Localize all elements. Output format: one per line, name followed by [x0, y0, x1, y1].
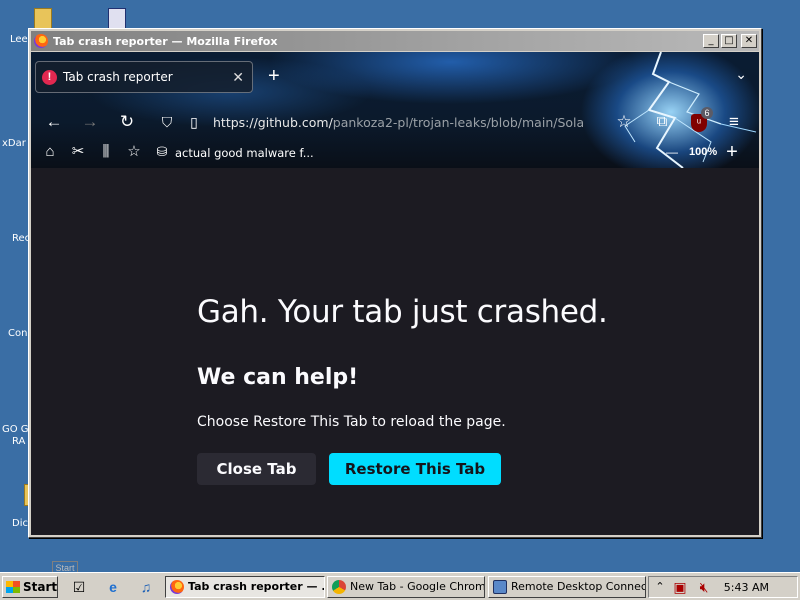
application-icon: [108, 8, 126, 30]
desktop-icon-label: RA: [12, 436, 26, 447]
desktop-icon-label: xDar: [2, 138, 26, 149]
chevron-down-icon[interactable]: ⌄: [735, 66, 747, 83]
extensions-icon[interactable]: ⧉: [651, 112, 673, 132]
tab-label: Tab crash reporter: [63, 70, 173, 84]
browser-window: Tab crash reporter — Mozilla Firefox _ □…: [28, 28, 762, 538]
task-label: Tab crash reporter — ...: [188, 580, 325, 593]
task-label: Remote Desktop Connec...: [511, 580, 646, 593]
desktop-icon-label: Dic: [12, 518, 28, 529]
restore-tab-button[interactable]: Restore This Tab: [329, 453, 501, 485]
volume-muted-icon[interactable]: 🔇︎: [695, 578, 713, 596]
bookmarks-toolbar: ⌂ ✂ ⫼ ☆ ⛁ actual good malware f... — 100…: [31, 140, 759, 166]
windows-logo-icon: [6, 581, 20, 593]
screenshot-icon[interactable]: ✂: [67, 142, 89, 162]
start-button[interactable]: Start: [2, 576, 58, 598]
tab-crash-reporter[interactable]: ! Tab crash reporter ✕: [35, 61, 253, 93]
desktop-icon-label: Con: [8, 328, 28, 339]
home-icon[interactable]: ⌂: [39, 142, 61, 162]
bookmark-item[interactable]: actual good malware f...: [175, 146, 314, 160]
task-label: New Tab - Google Chrome: [350, 580, 485, 593]
start-label: Start: [23, 580, 58, 594]
taskbar: Start ☑ e ♫ Tab crash reporter — ... New…: [0, 572, 800, 600]
bookmarks-star-icon[interactable]: ☆: [123, 142, 145, 162]
firefox-icon: [170, 580, 184, 594]
bookmark-star-icon[interactable]: ☆: [613, 112, 635, 132]
menu-icon[interactable]: ≡: [723, 112, 745, 132]
bookmark-favicon: ⛁: [156, 144, 168, 159]
expand-tray-icon[interactable]: ⌃: [651, 578, 669, 596]
clock[interactable]: 5:43 AM: [724, 579, 769, 597]
crash-page: Gah. Your tab just crashed. We can help!…: [31, 168, 759, 535]
music-player-icon[interactable]: ♫: [137, 578, 155, 596]
desktop-icon-label: Lee: [10, 34, 28, 45]
shield-icon[interactable]: ⛉: [156, 112, 178, 132]
crash-subheading: We can help!: [197, 365, 359, 390]
desktop-icon-label: GO G: [2, 424, 29, 435]
ublock-badge: 6: [701, 107, 713, 119]
page-title: Gah. Your tab just crashed.: [197, 294, 608, 330]
maximize-button[interactable]: □: [721, 34, 737, 48]
remote-desktop-icon: [493, 580, 507, 594]
task-remote-desktop[interactable]: Remote Desktop Connec...: [488, 576, 646, 598]
minimize-button[interactable]: _: [703, 34, 719, 48]
warning-icon: !: [42, 69, 57, 85]
forward-icon[interactable]: →: [79, 112, 101, 132]
zoom-level[interactable]: 100%: [689, 146, 717, 158]
close-tab-button[interactable]: Close Tab: [197, 453, 316, 485]
crash-message: Choose Restore This Tab to reload the pa…: [197, 414, 506, 430]
chrome-icon: [332, 580, 346, 594]
close-tab-icon[interactable]: ✕: [232, 69, 244, 86]
network-icon[interactable]: ▣: [671, 578, 689, 596]
reload-icon[interactable]: ↻: [116, 112, 138, 132]
url-host: https://github.com/: [213, 115, 333, 130]
new-tab-button[interactable]: +: [268, 64, 280, 88]
system-tray: ⌃ ▣ 🔇︎ 5:43 AM: [648, 576, 798, 598]
navigation-bar: ← → ↻ ⛉ ▯ https://github.com/pankoza2-pl…: [31, 107, 759, 138]
zoom-in-button[interactable]: +: [721, 142, 743, 162]
close-window-button[interactable]: ✕: [741, 34, 757, 48]
back-icon[interactable]: ←: [43, 112, 65, 132]
folder-icon: [34, 8, 52, 30]
internet-explorer-icon[interactable]: e: [104, 578, 122, 596]
library-icon[interactable]: ⫼: [95, 142, 117, 162]
url-bar[interactable]: https://github.com/pankoza2-pl/trojan-le…: [213, 115, 583, 130]
page-icon: ▯: [190, 114, 198, 130]
task-firefox[interactable]: Tab crash reporter — ...: [165, 576, 325, 598]
title-bar[interactable]: Tab crash reporter — Mozilla Firefox _ □…: [31, 31, 759, 51]
url-path: pankoza2-pl/trojan-leaks/blob/main/Solar…: [332, 115, 583, 130]
firefox-icon: [34, 34, 48, 48]
window-title: Tab crash reporter — Mozilla Firefox: [53, 34, 278, 48]
task-chrome[interactable]: New Tab - Google Chrome: [327, 576, 485, 598]
show-desktop-icon[interactable]: ☑: [70, 578, 88, 596]
browser-toolbar: ! Tab crash reporter ✕ + ⌄ ← → ↻ ⛉ ▯ htt…: [31, 52, 759, 168]
zoom-out-button[interactable]: —: [661, 142, 683, 162]
